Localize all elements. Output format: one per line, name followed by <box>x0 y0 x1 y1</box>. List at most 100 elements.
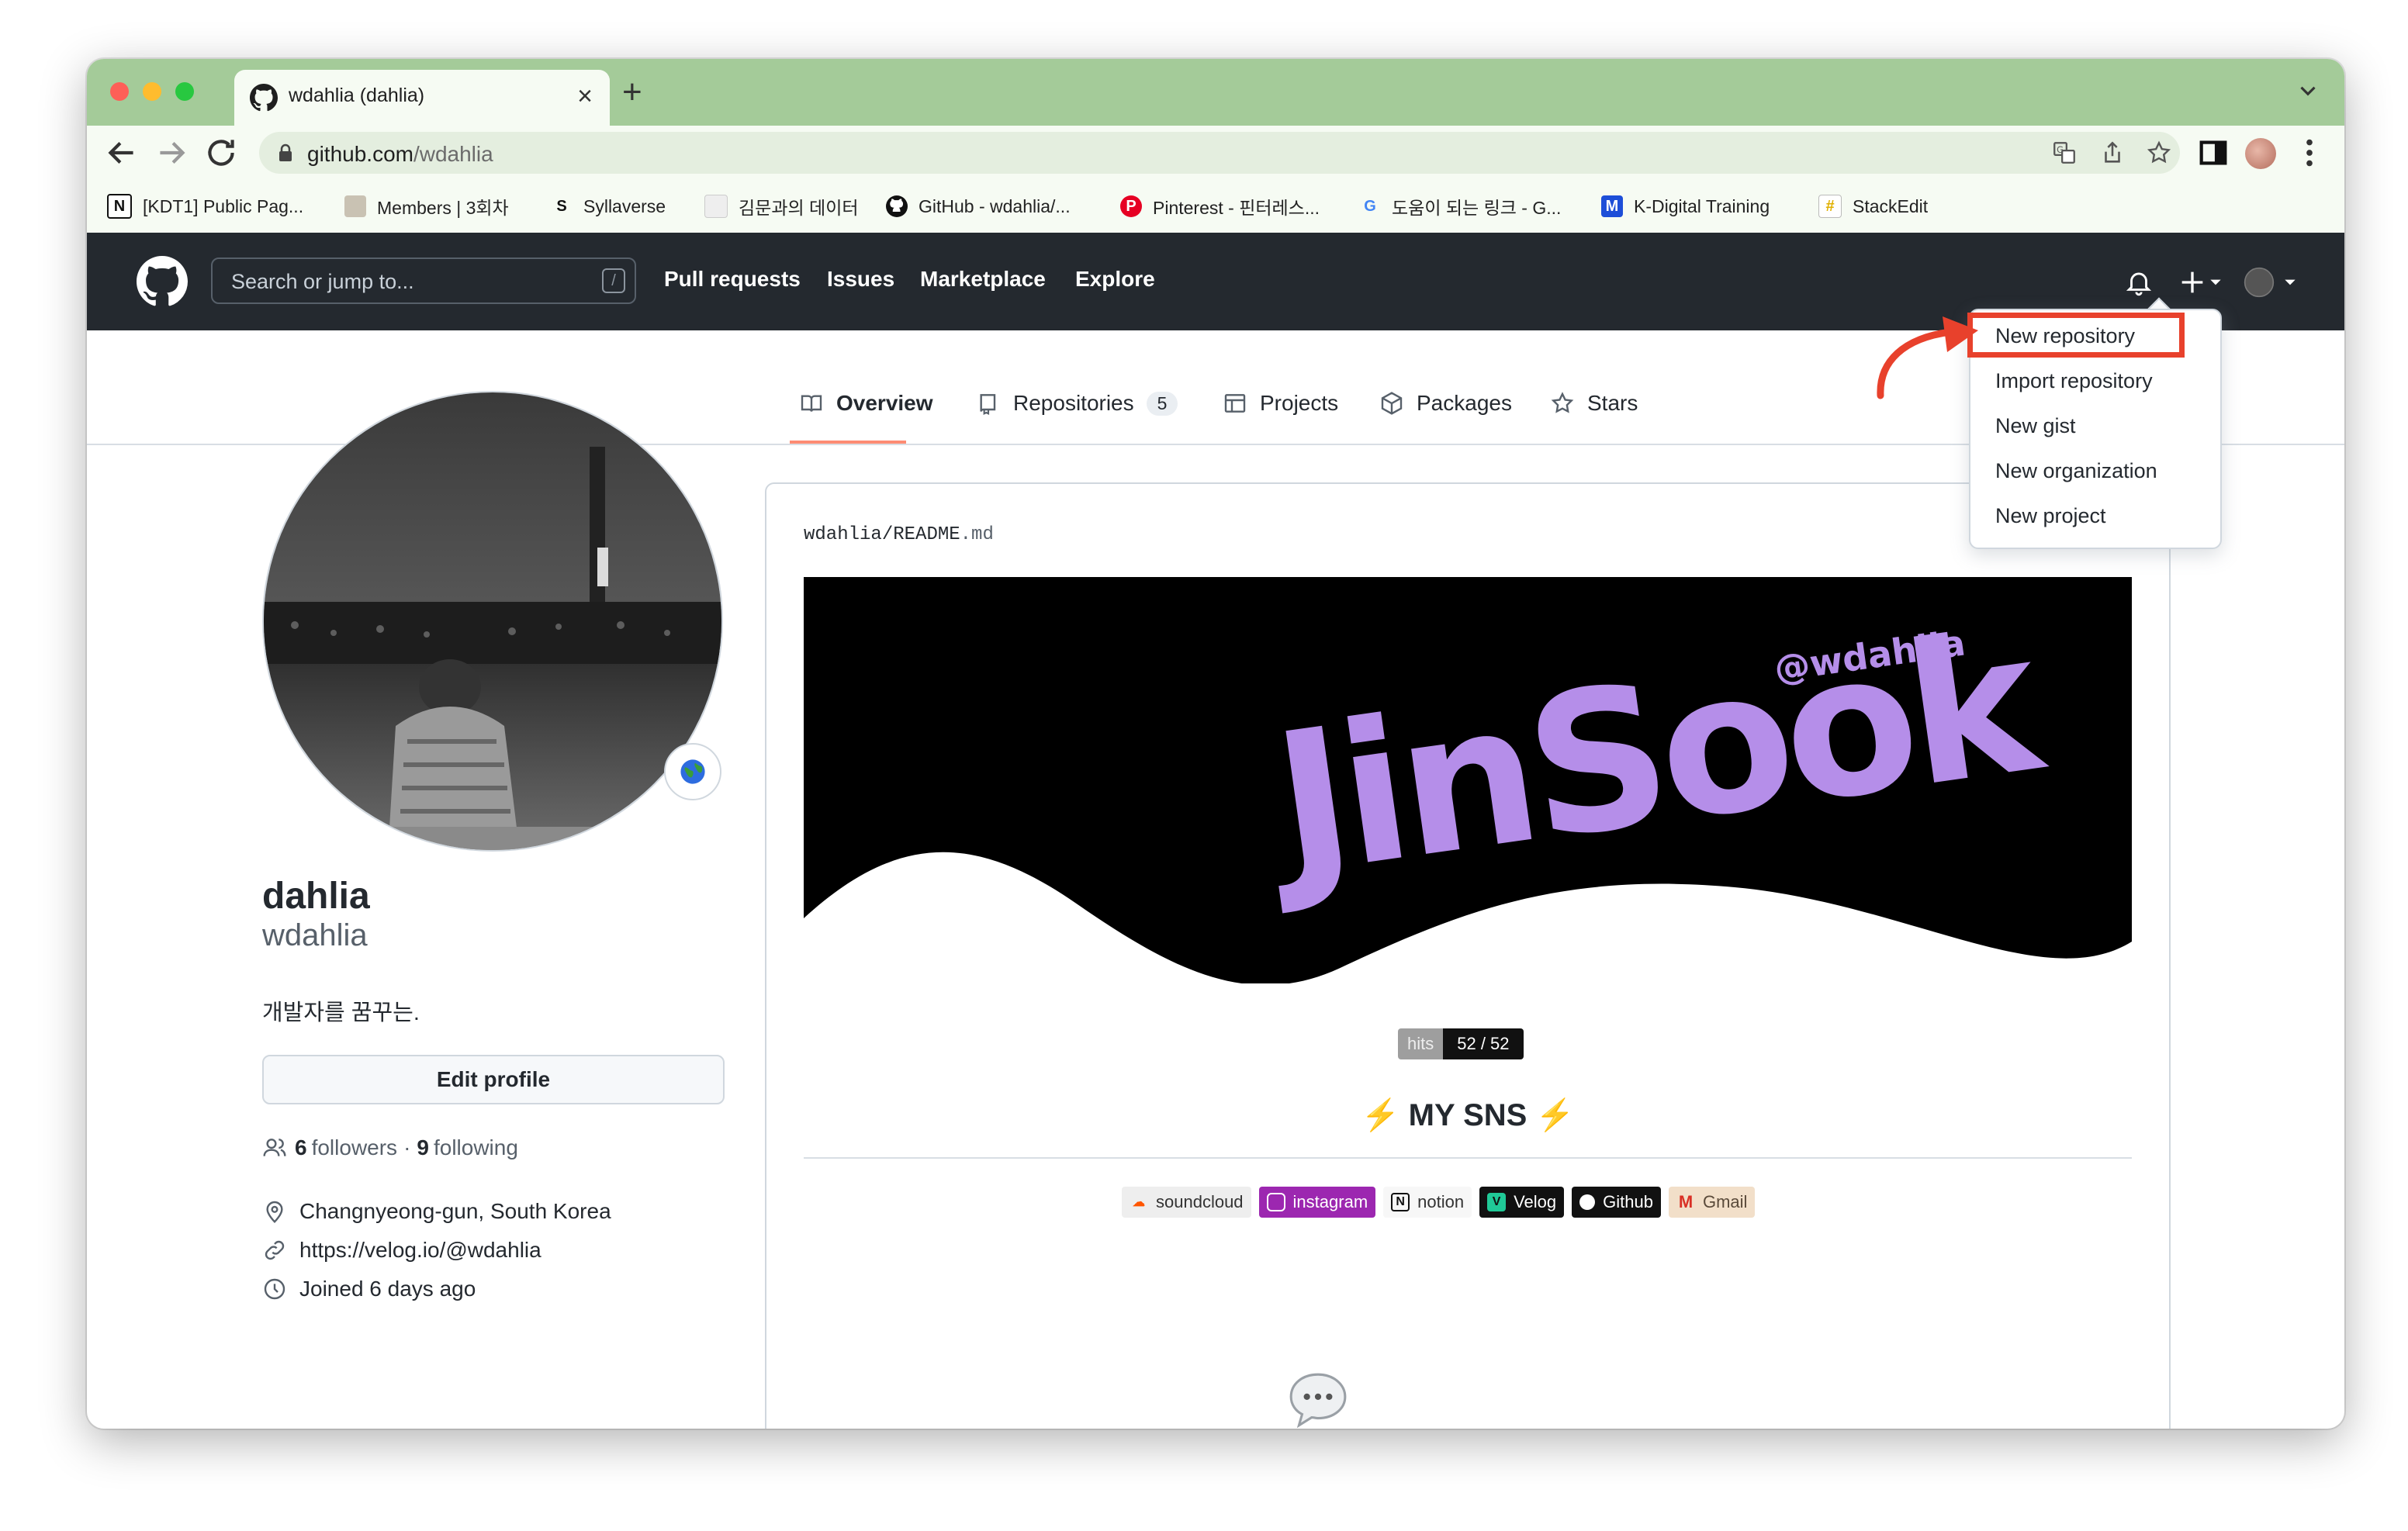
close-tab-icon[interactable]: × <box>577 81 593 112</box>
readme-path-user[interactable]: wdahlia <box>804 524 882 545</box>
menu-item-new-organization[interactable]: New organization <box>1995 459 2157 483</box>
bookmark-item[interactable]: P Pinterest - 핀터레스... <box>1120 192 1320 220</box>
sns-title: MY SNS <box>1408 1098 1527 1132</box>
readme-box: wdahlia/README.md @wdahlia JinSook hits … <box>765 482 2171 1429</box>
bookmark-item[interactable]: Members | 3회차 <box>344 192 509 220</box>
menu-item-new-gist[interactable]: New gist <box>1995 414 2076 438</box>
repo-icon <box>980 394 996 416</box>
readme-path-separator: / <box>881 524 894 545</box>
bookmark-item[interactable]: # StackEdit <box>1818 192 1928 220</box>
profile-website[interactable]: https://velog.io/@wdahlia <box>262 1235 541 1266</box>
divider <box>804 1157 2132 1159</box>
status-globe-button[interactable] <box>664 743 721 800</box>
avatar-photo <box>264 392 721 850</box>
tab-strip: wdahlia (dahlia) × + <box>87 59 2344 126</box>
bookmark-label: StackEdit <box>1853 195 1929 216</box>
search-input[interactable]: Search or jump to... / <box>211 257 636 304</box>
tab-projects-label: Projects <box>1260 391 1339 415</box>
profile-bio: 개발자를 꿈꾸는. <box>262 1001 420 1025</box>
gmail-badge[interactable]: M Gmail <box>1668 1187 1756 1218</box>
tab-overview[interactable]: Overview <box>799 386 933 420</box>
readme-path-ext: .md <box>960 524 994 545</box>
url-text: github.com/wdahlia <box>307 142 493 167</box>
bookmark-item[interactable]: 김문과의 데이터 <box>704 192 859 220</box>
star-icon <box>1551 392 1574 413</box>
bookmark-item[interactable]: M K-Digital Training <box>1601 192 1770 220</box>
syllaverse-icon: S <box>556 197 567 215</box>
bookmark-label: Members | 3회차 <box>377 198 509 218</box>
user-menu-avatar[interactable] <box>2244 267 2298 298</box>
bookmark-item[interactable]: G 도움이 되는 링크 - G... <box>1359 192 1561 220</box>
zoom-window-button[interactable] <box>175 82 194 101</box>
bookmark-label: GitHub - wdahlia/... <box>919 195 1071 216</box>
tab-stars[interactable]: Stars <box>1550 386 1638 420</box>
tab-packages[interactable]: Packages <box>1379 386 1512 420</box>
notion-badge[interactable]: Nnotion <box>1383 1187 1472 1218</box>
menu-item-new-project[interactable]: New project <box>1995 504 2106 528</box>
annotation-arrow-icon <box>1877 316 1978 399</box>
nav-issues[interactable]: Issues <box>827 267 894 292</box>
tab-projects[interactable]: Projects <box>1223 386 1338 420</box>
svg-text:G: G <box>2057 144 2064 155</box>
share-icon[interactable] <box>2099 140 2126 166</box>
slides-icon <box>344 195 366 217</box>
joined-text: Joined 6 days ago <box>299 1277 476 1301</box>
following-count[interactable]: 9 <box>417 1135 429 1160</box>
bookmark-star-icon[interactable] <box>2146 140 2172 166</box>
sns-heading: ⚡ MY SNS ⚡ <box>766 1097 2169 1133</box>
hits-badge: hits 52 / 52 <box>1398 1028 1524 1059</box>
followers-link[interactable]: followers <box>312 1135 397 1160</box>
nav-pull-requests[interactable]: Pull requests <box>664 267 801 292</box>
profile-avatar-large[interactable] <box>262 391 723 852</box>
link-icon <box>265 1240 285 1260</box>
soundcloud-badge[interactable]: ☁ soundcloud <box>1122 1187 1251 1218</box>
speech-bubble-icon <box>1289 1373 1347 1429</box>
profile-login: wdahlia <box>262 918 368 952</box>
followers-count[interactable]: 6 <box>295 1135 307 1160</box>
github-logo-icon[interactable] <box>137 256 188 307</box>
back-icon[interactable] <box>102 133 141 172</box>
nav-marketplace[interactable]: Marketplace <box>920 267 1046 292</box>
new-tab-button[interactable]: + <box>622 74 642 110</box>
minimize-window-button[interactable] <box>143 82 161 101</box>
sns-badges: ☁ soundcloud instagram Nnotion V Velog Git… <box>1122 1187 1756 1219</box>
following-link[interactable]: following <box>434 1135 518 1160</box>
bookmark-item[interactable]: GitHub - wdahlia/... <box>886 192 1071 220</box>
people-icon <box>263 1139 286 1156</box>
create-new-button[interactable] <box>2177 267 2223 298</box>
profile-joined: Joined 6 days ago <box>262 1274 476 1305</box>
github-badge[interactable]: Github <box>1572 1187 1661 1218</box>
tab-repositories[interactable]: Repositories 5 <box>976 386 1178 420</box>
menu-item-import-repository[interactable]: Import repository <box>1995 369 2153 393</box>
edit-profile-button[interactable]: Edit profile <box>262 1055 725 1104</box>
nav-explore[interactable]: Explore <box>1075 267 1155 292</box>
badge-label: Github <box>1603 1192 1653 1211</box>
forward-icon[interactable] <box>152 133 191 172</box>
side-panel-icon[interactable] <box>2195 135 2231 171</box>
bookmark-item[interactable]: N [KDT1] Public Pag... <box>107 192 303 220</box>
lightning-icon: ⚡ <box>1535 1098 1575 1132</box>
menu-dots-icon[interactable] <box>2292 135 2327 171</box>
chevron-down-icon[interactable] <box>2295 78 2321 104</box>
close-window-button[interactable] <box>110 82 129 101</box>
bell-icon[interactable] <box>2124 267 2154 298</box>
github-icon <box>886 195 908 217</box>
address-bar[interactable]: github.com/wdahlia G <box>259 132 2180 174</box>
browser-window: wdahlia (dahlia) × + github.com/wdahlia … <box>87 59 2344 1429</box>
book-icon <box>801 395 822 412</box>
website-link[interactable]: https://velog.io/@wdahlia <box>299 1238 541 1263</box>
google-icon: G <box>1364 197 1376 215</box>
bookmark-label: [KDT1] Public Pag... <box>143 195 304 216</box>
profile-avatar[interactable] <box>2245 138 2276 169</box>
instagram-badge[interactable]: instagram <box>1258 1187 1376 1218</box>
bookmark-item[interactable]: S Syllaverse <box>551 192 666 220</box>
tab-title: wdahlia (dahlia) <box>289 85 425 106</box>
repositories-count: 5 <box>1146 391 1178 416</box>
url-host: github.com <box>307 142 413 166</box>
browser-tab[interactable]: wdahlia (dahlia) × <box>234 70 610 126</box>
reload-icon[interactable] <box>202 133 240 172</box>
velog-badge[interactable]: V Velog <box>1479 1187 1565 1218</box>
readme-banner: @wdahlia JinSook <box>804 577 2132 983</box>
bookmark-label: 도움이 되는 링크 - G... <box>1392 198 1562 218</box>
translate-icon[interactable]: G <box>2051 140 2078 166</box>
